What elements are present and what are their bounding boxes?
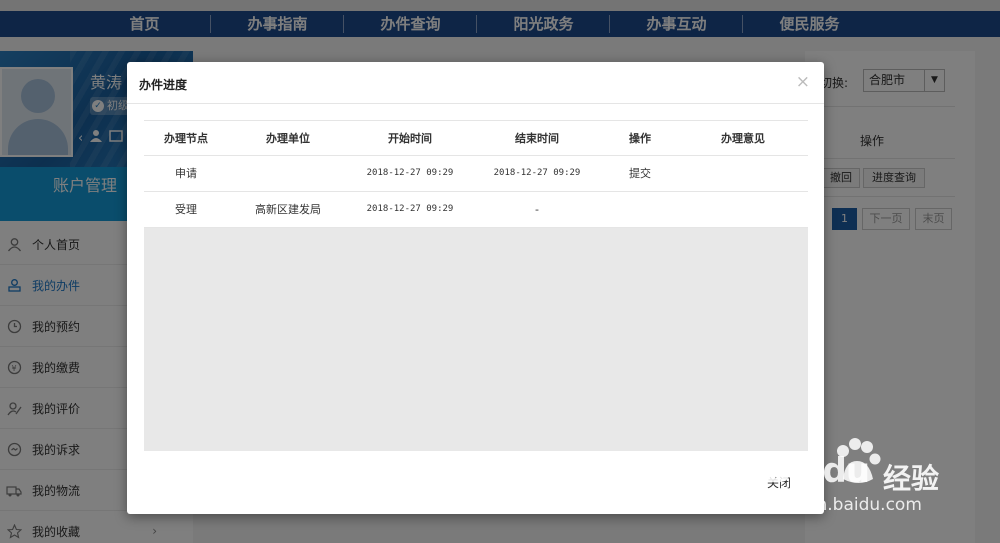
watermark-url: jingyan.baidu.com (765, 495, 922, 515)
col-unit: 办理单位 (266, 132, 310, 145)
cell-node: 受理 (175, 203, 197, 216)
watermark-cn: 经验 (883, 462, 940, 495)
table-header-row: 办理节点 办理单位 开始时间 结束时间 操作 办理意见 (144, 120, 808, 156)
paw-icon (837, 438, 881, 483)
cell-action: 提交 (629, 167, 651, 180)
col-opinion: 办理意见 (721, 132, 765, 145)
cell-end: 2018-12-27 09:29 (493, 168, 581, 178)
close-icon[interactable]: × (796, 72, 810, 92)
cell-opinion (678, 156, 808, 191)
col-end: 结束时间 (515, 132, 559, 145)
cell-node: 申请 (175, 167, 197, 180)
col-action: 操作 (629, 132, 651, 145)
dialog-divider (127, 103, 824, 104)
baidu-jingyan-watermark: Baidu 经验 jingyan.baidu.com (765, 435, 955, 525)
cell-start: 2018-12-27 09:29 (366, 204, 454, 214)
progress-table: 办理节点 办理单位 开始时间 结束时间 操作 办理意见 申请 2018-12-2… (144, 120, 808, 228)
col-node: 办理节点 (164, 132, 208, 145)
cell-start: 2018-12-27 09:29 (366, 168, 454, 178)
cell-unit: 高新区建发局 (255, 203, 321, 216)
table-row: 申请 2018-12-27 09:29 2018-12-27 09:29 提交 (144, 156, 808, 192)
table-row: 受理 高新区建发局 2018-12-27 09:29 - (144, 192, 808, 228)
col-start: 开始时间 (388, 132, 432, 145)
progress-dialog: 办件进度 × 办理节点 办理单位 开始时间 结束时间 操作 办理意见 申请 20… (127, 62, 824, 514)
dialog-title: 办件进度 (139, 78, 188, 92)
cell-action (602, 192, 678, 227)
cell-unit (228, 156, 348, 191)
cell-opinion (678, 192, 808, 227)
table-empty-area (144, 228, 808, 451)
cell-end: - (535, 203, 539, 216)
